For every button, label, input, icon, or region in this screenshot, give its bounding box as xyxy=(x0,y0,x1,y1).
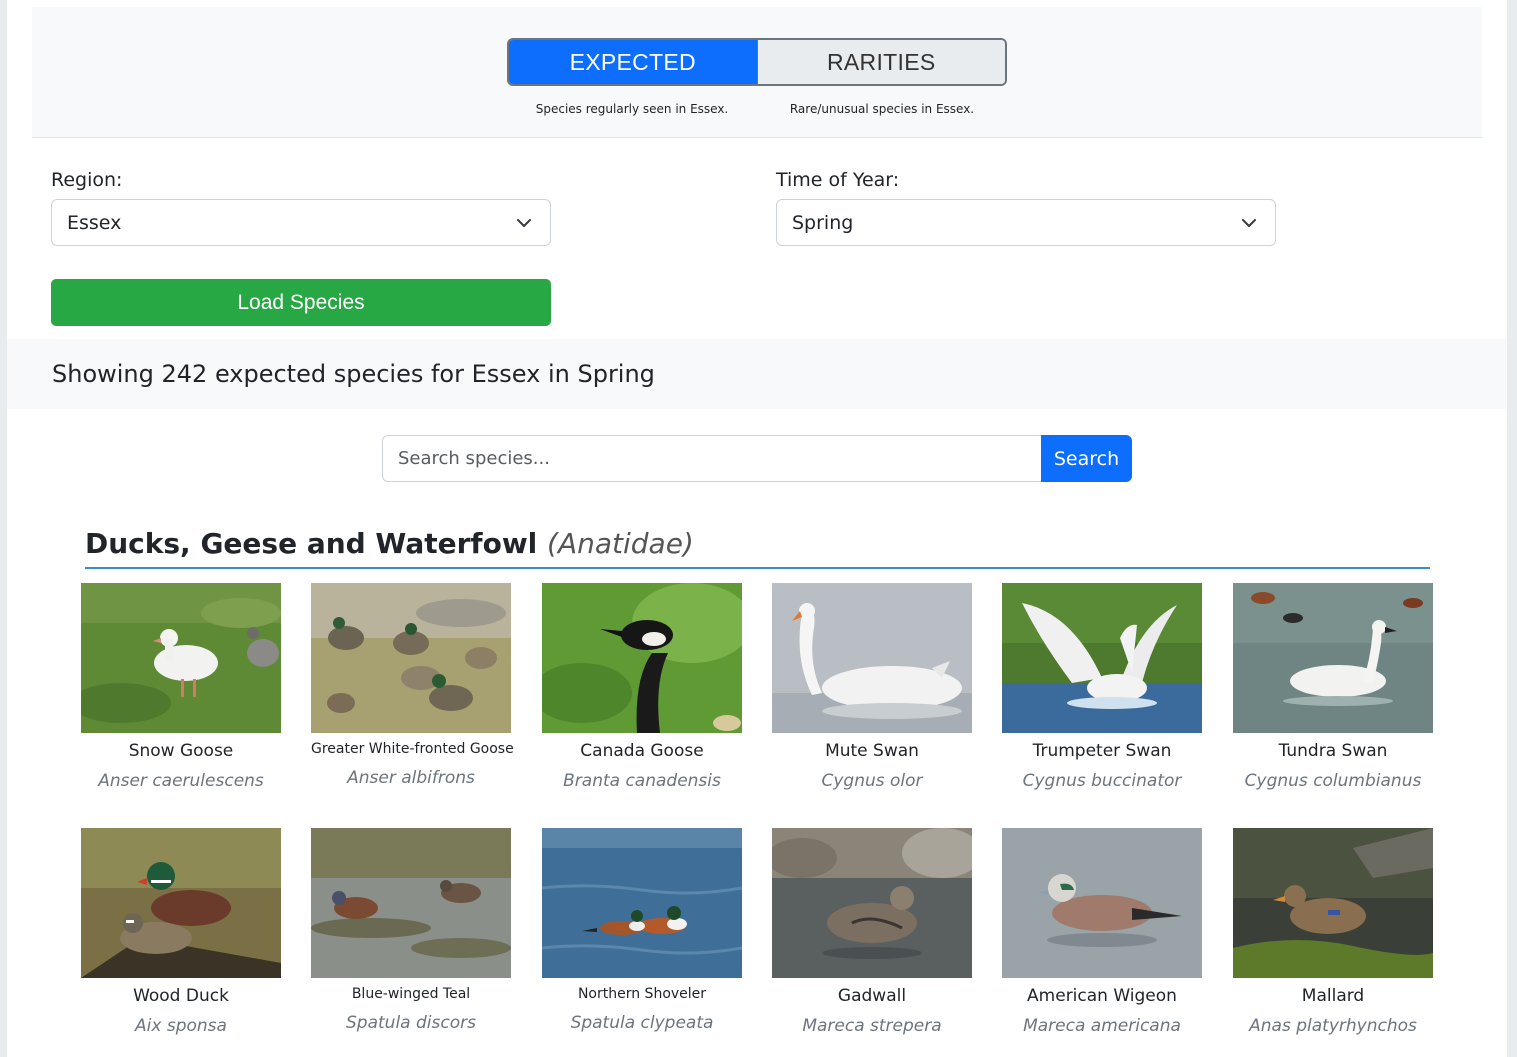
species-card-american-wigeon[interactable]: American Wigeon Mareca americana xyxy=(1002,828,1202,1036)
canada-goose-photo xyxy=(542,583,742,733)
species-card-snow-goose[interactable]: Snow Goose Anser caerulescens xyxy=(81,583,281,791)
species-common-name: Blue-winged Teal xyxy=(351,986,471,1002)
gadwall-photo xyxy=(772,828,972,978)
species-common-name: Gadwall xyxy=(837,986,907,1006)
family-latin-name: (Anatidae) xyxy=(547,527,694,560)
species-common-name: Snow Goose xyxy=(128,741,234,761)
species-scientific-name: Anas platyrhynchos xyxy=(1249,1016,1417,1036)
blue-winged-teal-photo xyxy=(311,828,511,978)
results-status-bar: Showing 242 expected species for Essex i… xyxy=(7,339,1507,409)
american-wigeon-photo xyxy=(1002,828,1202,978)
species-card-gadwall[interactable]: Gadwall Mareca strepera xyxy=(772,828,972,1036)
search-input[interactable] xyxy=(382,435,1042,482)
species-common-name: Tundra Swan xyxy=(1278,741,1388,761)
expected-toggle-button[interactable]: EXPECTED xyxy=(509,40,757,84)
region-select-value: Essex xyxy=(67,211,122,234)
northern-shoveler-photo xyxy=(542,828,742,978)
species-scientific-name: Cygnus buccinator xyxy=(1022,771,1182,791)
family-common-name: Ducks, Geese and Waterfowl xyxy=(85,527,538,560)
search-button[interactable]: Search xyxy=(1041,435,1132,482)
family-divider xyxy=(85,567,1430,569)
species-card-greater-white-fronted-goose[interactable]: Greater White-fronted Goose Anser albifr… xyxy=(311,583,514,788)
region-select[interactable]: Essex xyxy=(51,199,551,246)
species-card-mute-swan[interactable]: Mute Swan Cygnus olor xyxy=(772,583,972,791)
rarities-description: Rare/unusual species in Essex. xyxy=(789,102,975,116)
species-scientific-name: Cygnus columbianus xyxy=(1244,771,1422,791)
load-species-button[interactable]: Load Species xyxy=(51,279,551,326)
time-of-year-select-value: Spring xyxy=(792,211,854,234)
mode-panel: EXPECTED RARITIES Species regularly seen… xyxy=(32,7,1482,138)
page: EXPECTED RARITIES Species regularly seen… xyxy=(7,0,1507,1057)
species-common-name: Trumpeter Swan xyxy=(1032,741,1172,761)
species-card-canada-goose[interactable]: Canada Goose Branta canadensis xyxy=(542,583,742,791)
species-common-name: Wood Duck xyxy=(133,986,229,1006)
time-of-year-select[interactable]: Spring xyxy=(776,199,1276,246)
results-status-text: Showing 242 expected species for Essex i… xyxy=(52,360,655,388)
species-common-name: Mute Swan xyxy=(825,741,919,761)
page-gutter xyxy=(1507,0,1517,1057)
species-scientific-name: Anser albifrons xyxy=(347,768,475,788)
mode-toggle: EXPECTED RARITIES xyxy=(507,38,1007,86)
species-common-name: Greater White-fronted Goose xyxy=(311,741,514,757)
mallard-photo xyxy=(1233,828,1433,978)
species-card-wood-duck[interactable]: Wood Duck Aix sponsa xyxy=(81,828,281,1036)
trumpeter-swan-photo xyxy=(1002,583,1202,733)
rarities-toggle-button[interactable]: RARITIES xyxy=(756,40,1005,84)
greater-white-fronted-goose-photo xyxy=(311,583,511,733)
species-card-mallard[interactable]: Mallard Anas platyrhynchos xyxy=(1233,828,1433,1036)
snow-goose-photo xyxy=(81,583,281,733)
species-scientific-name: Spatula discors xyxy=(346,1013,476,1033)
mute-swan-photo xyxy=(772,583,972,733)
chevron-down-icon xyxy=(517,219,531,227)
family-heading: Ducks, Geese and Waterfowl (Anatidae) xyxy=(85,527,694,560)
species-common-name: American Wigeon xyxy=(1027,986,1177,1006)
species-scientific-name: Cygnus olor xyxy=(821,771,923,791)
species-scientific-name: Mareca americana xyxy=(1023,1016,1181,1036)
species-card-trumpeter-swan[interactable]: Trumpeter Swan Cygnus buccinator xyxy=(1002,583,1202,791)
species-scientific-name: Spatula clypeata xyxy=(570,1013,714,1033)
species-card-northern-shoveler[interactable]: Northern Shoveler Spatula clypeata xyxy=(542,828,742,1033)
wood-duck-photo xyxy=(81,828,281,978)
species-common-name: Northern Shoveler xyxy=(577,986,707,1002)
species-scientific-name: Branta canadensis xyxy=(563,771,721,791)
chevron-down-icon xyxy=(1242,219,1256,227)
species-scientific-name: Anser caerulescens xyxy=(98,771,264,791)
species-scientific-name: Mareca strepera xyxy=(802,1016,942,1036)
species-scientific-name: Aix sponsa xyxy=(135,1016,227,1036)
species-common-name: Canada Goose xyxy=(580,741,704,761)
species-common-name: Mallard xyxy=(1301,986,1365,1006)
tundra-swan-photo xyxy=(1233,583,1433,733)
species-card-tundra-swan[interactable]: Tundra Swan Cygnus columbianus xyxy=(1233,583,1433,791)
region-label: Region: xyxy=(51,169,123,191)
species-card-blue-winged-teal[interactable]: Blue-winged Teal Spatula discors xyxy=(311,828,511,1033)
time-of-year-label: Time of Year: xyxy=(776,169,900,191)
expected-description: Species regularly seen in Essex. xyxy=(535,102,729,116)
